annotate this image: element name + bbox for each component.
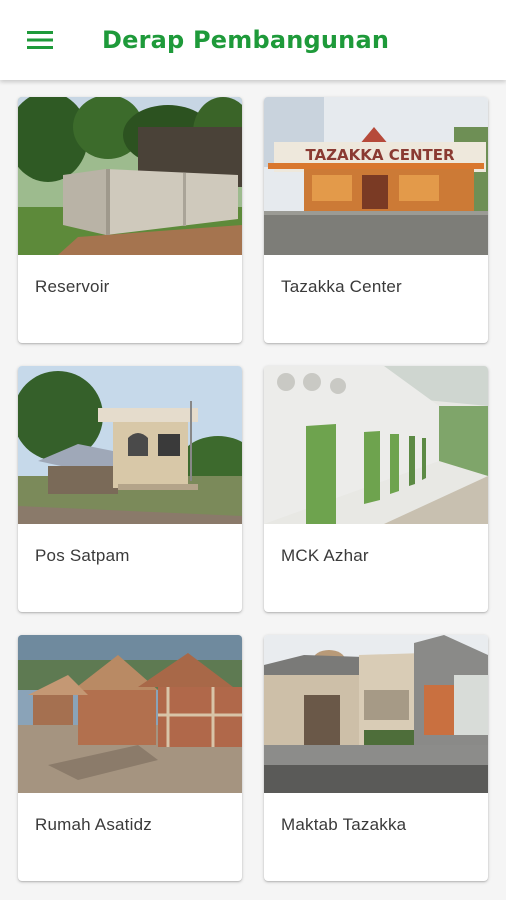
project-card-maktab-tazakka[interactable]: Maktab Tazakka <box>264 635 488 881</box>
menu-icon <box>27 31 53 49</box>
project-card-label: Pos Satpam <box>35 546 130 565</box>
rumah-asatidz-photo <box>18 635 242 793</box>
tazakka-sign-text: TAZAKKA CENTER <box>305 146 455 164</box>
project-card-rumah-asatidz[interactable]: Rumah Asatidz <box>18 635 242 881</box>
project-card-label: Reservoir <box>35 277 110 296</box>
project-card-label: Rumah Asatidz <box>35 815 152 834</box>
tazakka-center-photo: TAZAKKA CENTER <box>264 97 488 255</box>
pos-satpam-photo <box>18 366 242 524</box>
maktab-tazakka-photo <box>264 635 488 793</box>
project-grid: Reservoir TAZAKKA CENTER Tazakka Center <box>18 97 490 881</box>
project-card-label: Tazakka Center <box>281 277 402 296</box>
project-card-mck-azhar[interactable]: MCK Azhar <box>264 366 488 612</box>
project-card-reservoir[interactable]: Reservoir <box>18 97 242 343</box>
mck-azhar-photo <box>264 366 488 524</box>
project-card-label: Maktab Tazakka <box>281 815 407 834</box>
project-card-tazakka-center[interactable]: TAZAKKA CENTER Tazakka Center <box>264 97 488 343</box>
app-bar: Derap Pembangunan <box>0 0 506 80</box>
app-title: Derap Pembangunan <box>102 26 390 54</box>
project-card-pos-satpam[interactable]: Pos Satpam <box>18 366 242 612</box>
reservoir-photo <box>18 97 242 255</box>
menu-button[interactable] <box>0 0 80 80</box>
project-card-label: MCK Azhar <box>281 546 369 565</box>
